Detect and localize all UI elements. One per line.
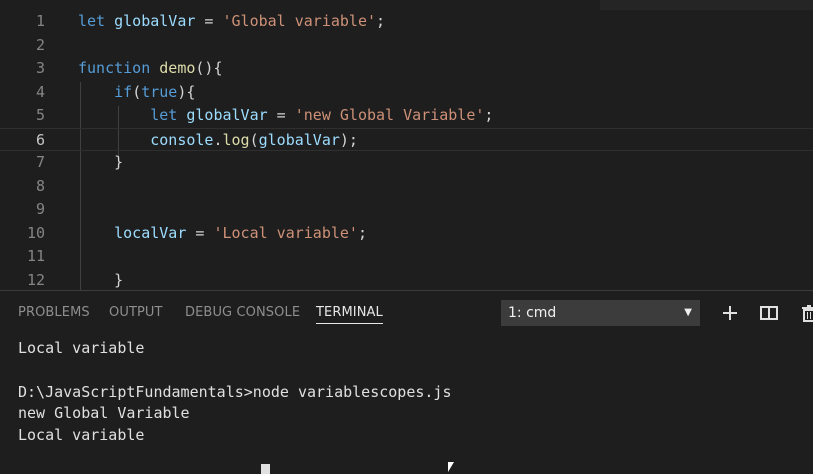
terminal-line: D:\JavaScriptFundamentals>node variables… xyxy=(18,383,452,401)
line-number: 8 xyxy=(35,176,45,195)
code-text: if(true){ xyxy=(78,81,195,104)
chevron-down-icon: ▼ xyxy=(684,307,692,318)
code-line[interactable]: 1 let globalVar = 'Global variable'; xyxy=(0,10,813,33)
code-token: = xyxy=(186,223,214,242)
terminal-line: new Global Variable xyxy=(18,404,190,422)
editor-top-strip xyxy=(600,0,813,10)
code-token: 'new Global Variable' xyxy=(294,106,485,124)
terminal-line: Local variable xyxy=(18,426,145,444)
line-number: 1 xyxy=(35,12,45,30)
code-token: ( xyxy=(132,82,142,101)
line-number: 7 xyxy=(35,153,45,171)
tab-problems[interactable]: PROBLEMS xyxy=(18,305,90,320)
line-number: 4 xyxy=(35,82,45,101)
code-token: globalVar xyxy=(258,130,340,149)
code-line[interactable]: 5 let globalVar = 'new Global Variable'; xyxy=(0,104,813,127)
code-token: } xyxy=(78,270,124,289)
terminal-cursor xyxy=(261,464,270,474)
code-line[interactable]: 2 xyxy=(0,34,813,57)
code-token: let xyxy=(150,106,187,124)
code-token: 'Local variable' xyxy=(213,223,358,242)
terminal-select[interactable]: 1: cmd ▼ xyxy=(501,300,700,326)
mouse-pointer-icon xyxy=(448,462,454,472)
code-token: function xyxy=(78,59,160,77)
terminal-select-value: 1: cmd xyxy=(508,305,557,321)
code-line[interactable]: 4 if(true){ xyxy=(0,81,813,104)
code-line[interactable]: 7 } xyxy=(0,151,813,174)
code-token: log xyxy=(222,130,250,149)
code-token: } xyxy=(78,153,124,171)
code-token: (){ xyxy=(195,59,223,77)
code-token: ); xyxy=(339,130,358,149)
code-token: if xyxy=(114,82,133,101)
code-line[interactable]: 9 xyxy=(0,198,813,221)
code-text: localVar = 'Local variable'; xyxy=(78,222,367,245)
code-line[interactable]: 8 xyxy=(0,175,813,198)
line-number: 3 xyxy=(35,59,45,77)
line-number: 5 xyxy=(35,106,45,124)
code-text: let globalVar = 'Global variable'; xyxy=(78,10,385,33)
code-token: ; xyxy=(357,223,367,242)
code-line[interactable]: 12 } xyxy=(0,269,813,291)
code-token: ; xyxy=(484,106,494,124)
code-token: ){ xyxy=(177,82,196,101)
code-token: = xyxy=(267,106,295,124)
code-text: } xyxy=(78,269,123,291)
code-token: globalVar xyxy=(186,106,268,124)
line-number: 12 xyxy=(26,270,45,289)
tab-debug-console[interactable]: DEBUG CONSOLE xyxy=(185,305,300,320)
line-number: 2 xyxy=(35,35,45,54)
code-token: demo xyxy=(159,59,196,77)
code-text: function demo(){ xyxy=(78,57,223,80)
code-editor[interactable]: 1 let globalVar = 'Global variable'; 2 3 fun… xyxy=(0,0,813,290)
code-token: 'Global variable' xyxy=(222,12,377,30)
code-token: ( xyxy=(249,130,259,149)
code-token: console xyxy=(150,130,214,149)
code-line[interactable]: 6 console.log(globalVar); xyxy=(0,127,813,152)
tab-output[interactable]: OUTPUT xyxy=(109,305,163,320)
code-token: . xyxy=(213,130,223,149)
code-token: ; xyxy=(376,12,386,30)
code-token: let xyxy=(78,12,115,30)
plus-icon[interactable] xyxy=(719,302,741,324)
trash-icon[interactable] xyxy=(798,302,813,324)
code-text: } xyxy=(78,151,123,174)
code-token: globalVar xyxy=(114,12,196,30)
code-token: localVar xyxy=(114,223,187,242)
tab-terminal[interactable]: TERMINAL xyxy=(316,305,383,324)
line-number: 10 xyxy=(26,223,45,242)
code-token: true xyxy=(141,82,178,101)
code-line[interactable]: 10 localVar = 'Local variable'; xyxy=(0,222,813,245)
code-line[interactable]: 11 xyxy=(0,245,813,268)
code-text: let globalVar = 'new Global Variable'; xyxy=(78,104,493,127)
line-number: 9 xyxy=(35,200,45,218)
code-token: = xyxy=(195,12,223,30)
split-icon[interactable] xyxy=(758,302,780,324)
terminal-line: Local variable xyxy=(18,339,145,357)
code-text: console.log(globalVar); xyxy=(78,129,358,152)
line-number: 11 xyxy=(26,247,45,265)
code-line[interactable]: 3 function demo(){ xyxy=(0,57,813,80)
line-number: 6 xyxy=(35,130,45,149)
